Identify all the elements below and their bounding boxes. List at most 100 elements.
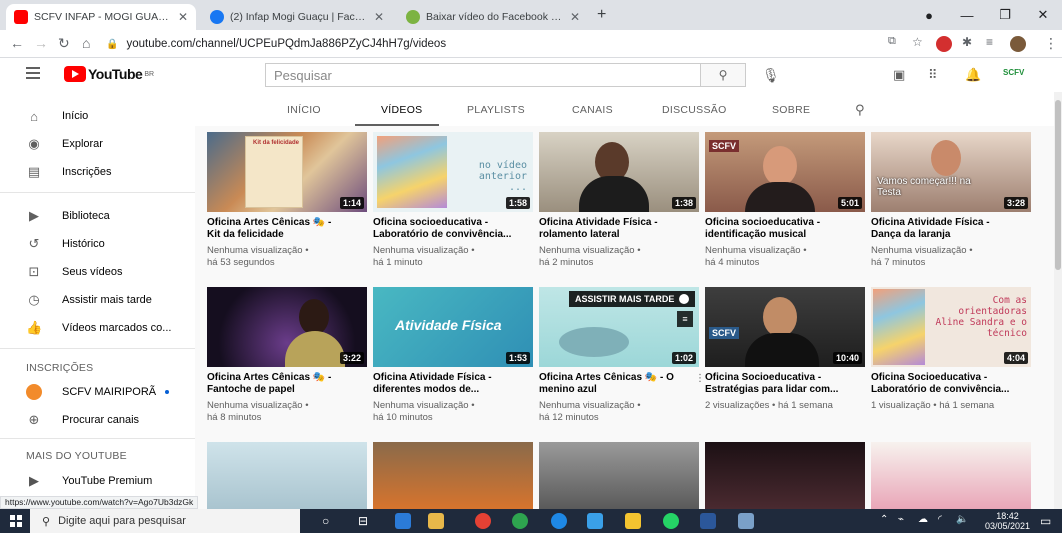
volume-icon[interactable]: 🔈 xyxy=(956,514,968,525)
tab-home[interactable]: INÍCIO xyxy=(287,104,321,116)
edge-icon[interactable] xyxy=(551,513,567,529)
video-thumbnail[interactable]: Vamos começar!!! na Testa 3:28 xyxy=(871,132,1031,212)
sidebar-item-your-videos[interactable]: ⊡ Seus vídeos xyxy=(0,258,195,286)
tab-about[interactable]: SOBRE xyxy=(772,104,810,116)
sidebar-item-premium[interactable]: ▶ YouTube Premium xyxy=(0,467,195,495)
maximize-button[interactable]: ❐ xyxy=(986,0,1024,30)
chrome-icon[interactable] xyxy=(475,513,491,529)
tab-channels[interactable]: CANAIS xyxy=(572,104,613,116)
browser-tab-youtube[interactable]: SCFV INFAP - MOGI GUAÇU - Yo ✕ xyxy=(6,4,196,30)
opera-extension-icon[interactable] xyxy=(936,36,952,52)
sidebar-item-subscriptions[interactable]: ▤ Inscrições xyxy=(0,158,195,186)
video-thumbnail[interactable]: 3:22 xyxy=(207,287,367,367)
watch-later-overlay[interactable]: ASSISTIR MAIS TARDE xyxy=(569,291,696,307)
tray-expand-icon[interactable]: ⌃ xyxy=(880,514,888,525)
video-title[interactable]: Oficina socioeducativa - identificação mu… xyxy=(705,217,865,241)
account-avatar[interactable]: SCFV xyxy=(1003,68,1024,77)
sidebar-item-watch-later[interactable]: ◷ Assistir mais tarde xyxy=(0,286,195,314)
apps-grid-icon[interactable]: ⠿ xyxy=(928,67,938,83)
video-thumbnail[interactable]: Atividade Física 1:53 xyxy=(373,287,533,367)
browser-menu-icon[interactable]: ⋮ xyxy=(1044,35,1058,52)
video-thumbnail[interactable]: no vídeo anterior ... 1:58 xyxy=(373,132,533,212)
channel-search-icon[interactable]: ⚲ xyxy=(855,102,865,118)
close-icon[interactable]: ✕ xyxy=(178,10,188,24)
more-options-icon[interactable]: ⋮ xyxy=(695,373,705,384)
network-icon[interactable]: ⌁ xyxy=(898,514,904,525)
video-thumbnail[interactable] xyxy=(871,442,1031,509)
sidebar-item-home[interactable]: ⌂ Início xyxy=(0,102,195,130)
taskbar-clock[interactable]: 18:42 03/05/2021 xyxy=(985,511,1030,531)
close-icon[interactable]: ✕ xyxy=(570,10,580,24)
app-icon[interactable] xyxy=(587,513,603,529)
bookmark-star-icon[interactable]: ☆ xyxy=(912,35,923,49)
account-circle-icon[interactable]: ● xyxy=(910,0,948,30)
minimize-button[interactable]: — xyxy=(948,0,986,30)
video-title[interactable]: Oficina Socioeducativa - Laboratório de c… xyxy=(871,372,1031,396)
close-icon[interactable]: ✕ xyxy=(374,10,384,24)
tab-playlists[interactable]: PLAYLISTS xyxy=(467,104,525,116)
video-title[interactable]: Oficina Artes Cênicas 🎭 - Fantoche de pap… xyxy=(207,372,367,396)
sidebar-item-liked-videos[interactable]: 👍 Vídeos marcados co... xyxy=(0,314,195,342)
sidebar-item-browse-channels[interactable]: ⊕ Procurar canais xyxy=(0,406,195,434)
video-title[interactable]: Oficina Atividade Física - Dança da laran… xyxy=(871,217,1031,241)
taskbar-search-input[interactable]: ⚲ Digite aqui para pesquisar xyxy=(30,509,300,533)
home-icon[interactable]: ⌂ xyxy=(82,35,90,51)
reload-icon[interactable]: ↻ xyxy=(58,35,70,52)
weather-app-icon[interactable] xyxy=(395,513,411,529)
browser-tab-download[interactable]: Baixar vídeo do Facebook online ✕ xyxy=(398,4,588,30)
youtube-logo[interactable]: YouTube BR xyxy=(64,66,154,82)
video-thumbnail[interactable]: ASSISTIR MAIS TARDE ≡ 1:02 xyxy=(539,287,699,367)
video-title[interactable]: Oficina Artes Cênicas 🎭 - Omenino azul xyxy=(539,372,699,396)
cortana-icon[interactable]: ○ xyxy=(322,514,329,528)
create-video-icon[interactable]: ▣ xyxy=(893,67,905,83)
url-field[interactable]: 🔒 youtube.com/channel/UCPEuPQdmJa886PZyC… xyxy=(106,34,876,54)
browser-tab-facebook[interactable]: (2) Infap Mogi Guaçu | Facebook ✕ xyxy=(202,4,392,30)
store-app-icon[interactable] xyxy=(428,513,444,529)
search-input[interactable]: Pesquisar xyxy=(265,63,701,87)
video-thumbnail[interactable]: 1:38 xyxy=(539,132,699,212)
translate-icon[interactable]: ⧉ xyxy=(888,35,896,48)
notifications-bell-icon[interactable]: 🔔 xyxy=(965,67,981,83)
reading-list-icon[interactable]: ≡ xyxy=(986,35,993,49)
video-thumbnail[interactable]: SCFV 5:01 xyxy=(705,132,865,212)
windows-start-icon[interactable] xyxy=(10,515,22,527)
extensions-icon[interactable]: ✱ xyxy=(962,35,972,49)
video-thumbnail[interactable] xyxy=(539,442,699,509)
forward-arrow-icon[interactable]: → xyxy=(34,35,48,51)
sidebar-item-library[interactable]: ▶ Biblioteca xyxy=(0,202,195,230)
microphone-icon[interactable]: 🎙 xyxy=(762,67,780,84)
green-app-icon[interactable] xyxy=(512,513,528,529)
video-title[interactable]: Oficina Atividade Física - diferentes mod… xyxy=(373,372,533,396)
new-tab-button[interactable]: + xyxy=(597,6,606,24)
video-title[interactable]: Oficina socioeducativa - Laboratório de c… xyxy=(373,217,533,241)
profile-avatar[interactable] xyxy=(1010,36,1026,52)
video-thumbnail[interactable]: Com as orientadoras Aline Sandra e o téc… xyxy=(871,287,1031,367)
cloud-icon[interactable]: ☁ xyxy=(918,514,928,525)
whatsapp-icon[interactable] xyxy=(663,513,679,529)
video-thumbnail[interactable]: SCFV 10:40 xyxy=(705,287,865,367)
video-title[interactable]: Oficina Atividade Física - rolamento late… xyxy=(539,217,699,241)
close-window-button[interactable]: ✕ xyxy=(1024,0,1062,30)
task-view-icon[interactable]: ⊟ xyxy=(358,514,368,528)
tab-discussion[interactable]: DISCUSSÃO xyxy=(662,104,727,116)
video-title[interactable]: Oficina Socioeducativa - Estratégias para… xyxy=(705,372,865,396)
scrollbar-thumb[interactable] xyxy=(1055,100,1061,270)
sidebar-item-channel[interactable]: SCFV MAIRIPORÃ xyxy=(0,378,195,406)
word-icon[interactable] xyxy=(700,513,716,529)
paint-icon[interactable] xyxy=(738,513,754,529)
tab-videos[interactable]: VÍDEOS xyxy=(381,104,422,116)
file-explorer-icon[interactable] xyxy=(625,513,641,529)
back-arrow-icon[interactable]: ← xyxy=(10,35,24,51)
video-thumbnail[interactable] xyxy=(373,442,533,509)
notification-center-icon[interactable]: ▭ xyxy=(1040,514,1051,528)
sidebar-item-history[interactable]: ↺ Histórico xyxy=(0,230,195,258)
video-thumbnail[interactable] xyxy=(207,442,367,509)
video-title[interactable]: Oficina Artes Cênicas 🎭 - Kit da felicida… xyxy=(207,217,367,241)
video-thumbnail[interactable]: Kit da felicidade 1:14 xyxy=(207,132,367,212)
video-thumbnail[interactable] xyxy=(705,442,865,509)
search-button[interactable]: ⚲ xyxy=(700,63,746,87)
hamburger-menu-icon[interactable] xyxy=(26,67,40,82)
wifi-icon[interactable]: ◜ xyxy=(938,514,942,525)
add-to-queue-icon[interactable]: ≡ xyxy=(677,311,693,327)
sidebar-item-explore[interactable]: ◉ Explorar xyxy=(0,130,195,158)
